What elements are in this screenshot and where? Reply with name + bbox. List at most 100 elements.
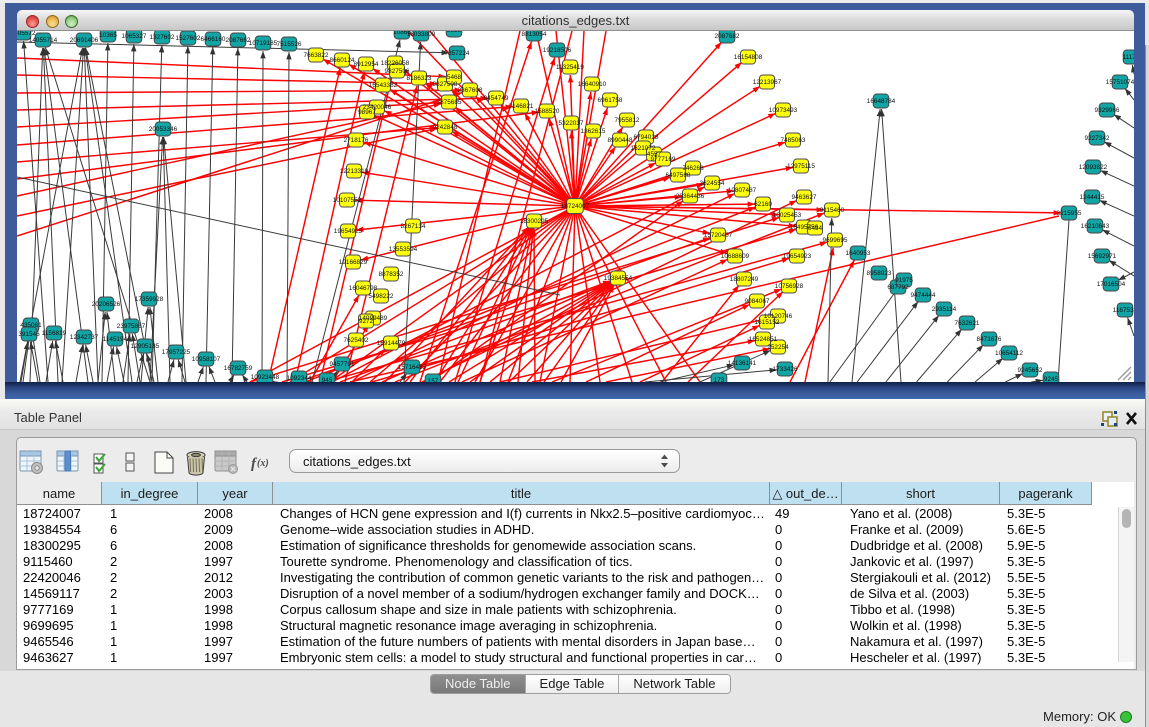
svg-text:18724007: 18724007 — [561, 203, 590, 210]
svg-text:1640953: 1640953 — [846, 250, 871, 257]
svg-text:2087662: 2087662 — [226, 37, 251, 44]
svg-text:9245652: 9245652 — [1018, 367, 1043, 374]
svg-text:16782759: 16782759 — [224, 365, 253, 372]
svg-text:19218506: 19218506 — [543, 47, 572, 54]
svg-text:8990448: 8990448 — [608, 137, 633, 144]
svg-text:15720407: 15720407 — [704, 232, 733, 239]
svg-text:1092344: 1092344 — [287, 375, 312, 382]
svg-text:16543382: 16543382 — [369, 82, 398, 89]
svg-text:9474444: 9474444 — [911, 292, 936, 299]
svg-text:7625402: 7625402 — [344, 337, 369, 344]
svg-text:9827506: 9827506 — [385, 68, 410, 75]
svg-text:8660124: 8660124 — [330, 57, 355, 64]
svg-text:7357224: 7357224 — [445, 50, 470, 57]
svg-text:23975867: 23975867 — [117, 323, 146, 330]
svg-text:5322037: 5322037 — [559, 120, 584, 127]
svg-text:16914479: 16914479 — [377, 340, 406, 347]
svg-text:12342737: 12342737 — [70, 334, 99, 341]
svg-text:12905135: 12905135 — [131, 343, 160, 350]
svg-text:10107552: 10107552 — [333, 197, 362, 204]
svg-text:8186323: 8186323 — [407, 75, 432, 82]
svg-text:1327602: 1327602 — [150, 34, 175, 41]
svg-text:8471676: 8471676 — [977, 336, 1002, 343]
svg-text:1615152: 1615152 — [755, 319, 780, 326]
svg-text:8858: 8858 — [447, 31, 462, 34]
svg-text:19384554: 19384554 — [604, 275, 633, 282]
svg-text:9084067: 9084067 — [745, 298, 770, 305]
svg-text:252254: 252254 — [767, 344, 789, 351]
svg-text:8215955: 8215955 — [1057, 210, 1082, 217]
svg-text:9272: 9272 — [359, 318, 374, 325]
svg-text:9699695: 9699695 — [823, 237, 848, 244]
svg-text:9777169: 9777169 — [651, 156, 676, 163]
svg-text:17016504: 17016504 — [1097, 281, 1126, 288]
svg-text:16210643: 16210643 — [1081, 223, 1110, 230]
svg-text:1527602: 1527602 — [176, 35, 201, 42]
svg-text:435061: 435061 — [20, 322, 42, 329]
svg-text:13553594: 13553594 — [389, 246, 418, 253]
svg-text:8958923: 8958923 — [867, 270, 892, 277]
svg-text:10973493: 10973493 — [769, 107, 798, 114]
svg-text:16524851: 16524851 — [749, 336, 778, 343]
svg-text:11325419: 11325419 — [556, 64, 584, 71]
svg-text:7485063: 7485063 — [781, 137, 806, 144]
svg-text:3624554: 3624554 — [700, 180, 725, 187]
svg-text:2087682: 2087682 — [715, 33, 740, 40]
svg-text:945: 945 — [322, 377, 333, 382]
svg-text:98967: 98967 — [358, 109, 376, 116]
svg-text:2718176: 2718176 — [344, 137, 369, 144]
svg-text:19654925: 19654925 — [334, 228, 363, 235]
svg-text:687792: 687792 — [887, 284, 909, 291]
svg-text:10365: 10365 — [99, 32, 117, 39]
svg-text:8267134: 8267134 — [401, 223, 426, 230]
svg-text:1065327: 1065327 — [122, 33, 147, 40]
svg-text:6497568: 6497568 — [666, 172, 691, 179]
svg-text:1362615: 1362615 — [581, 128, 606, 135]
svg-text:7663822: 7663822 — [304, 52, 329, 59]
svg-text:16640910: 16640910 — [578, 81, 607, 88]
svg-text:1167533: 1167533 — [1113, 307, 1134, 314]
svg-text:19654923: 19654923 — [783, 253, 812, 260]
svg-text:15716485: 15716485 — [398, 364, 427, 371]
svg-text:(x): (x) — [257, 458, 269, 469]
svg-text:6794028: 6794028 — [634, 134, 659, 141]
svg-text:16046798: 16046798 — [349, 285, 378, 292]
svg-text:9463627: 9463627 — [792, 194, 817, 201]
svg-text:10688609: 10688609 — [721, 253, 750, 260]
svg-text:17359928: 17359928 — [135, 296, 164, 303]
svg-text:11174: 11174 — [1123, 54, 1134, 61]
svg-text:10958107: 10958107 — [192, 356, 221, 363]
svg-text:1244415: 1244415 — [1080, 194, 1105, 201]
svg-text:6466160: 6466160 — [201, 36, 226, 43]
svg-text:14055714: 14055714 — [29, 37, 58, 44]
svg-text:8878352: 8878352 — [379, 271, 404, 278]
svg-text:9329966: 9329966 — [1095, 107, 1120, 114]
svg-text:9245: 9245 — [1044, 376, 1059, 382]
svg-text:14136141: 14136141 — [728, 360, 757, 367]
svg-text:5498222: 5498222 — [369, 293, 394, 300]
svg-text:15751074: 15751074 — [1106, 79, 1134, 86]
svg-text:20691406: 20691406 — [70, 37, 99, 44]
svg-text:19166829: 19166829 — [339, 259, 368, 266]
svg-text:7955812: 7955812 — [615, 117, 640, 124]
svg-text:10025453: 10025453 — [773, 212, 802, 219]
svg-text:10923448: 10923448 — [251, 374, 280, 381]
svg-text:10807487: 10807487 — [728, 187, 757, 194]
svg-text:9827508: 9827508 — [433, 81, 458, 88]
svg-text:5468: 5468 — [447, 74, 462, 81]
svg-text:9146821: 9146821 — [509, 103, 534, 110]
svg-text:746266: 746266 — [682, 165, 704, 172]
svg-text:9115460: 9115460 — [820, 207, 845, 214]
svg-text:8454749: 8454749 — [484, 95, 509, 102]
svg-text:16648784: 16648784 — [867, 98, 896, 105]
svg-text:9227342: 9227342 — [1085, 135, 1110, 142]
svg-text:1145194: 1145194 — [103, 336, 128, 343]
svg-text:7632621: 7632621 — [955, 320, 980, 327]
svg-text:18226058: 18226058 — [381, 60, 410, 67]
svg-text:9242848: 9242848 — [433, 124, 458, 131]
svg-text:12093822: 12093822 — [1079, 164, 1108, 171]
svg-text:9457791: 9457791 — [330, 361, 355, 368]
svg-text:20206526: 20206526 — [92, 301, 121, 308]
svg-text:7515526: 7515526 — [277, 41, 302, 48]
svg-text:1733426: 1733426 — [773, 366, 798, 373]
